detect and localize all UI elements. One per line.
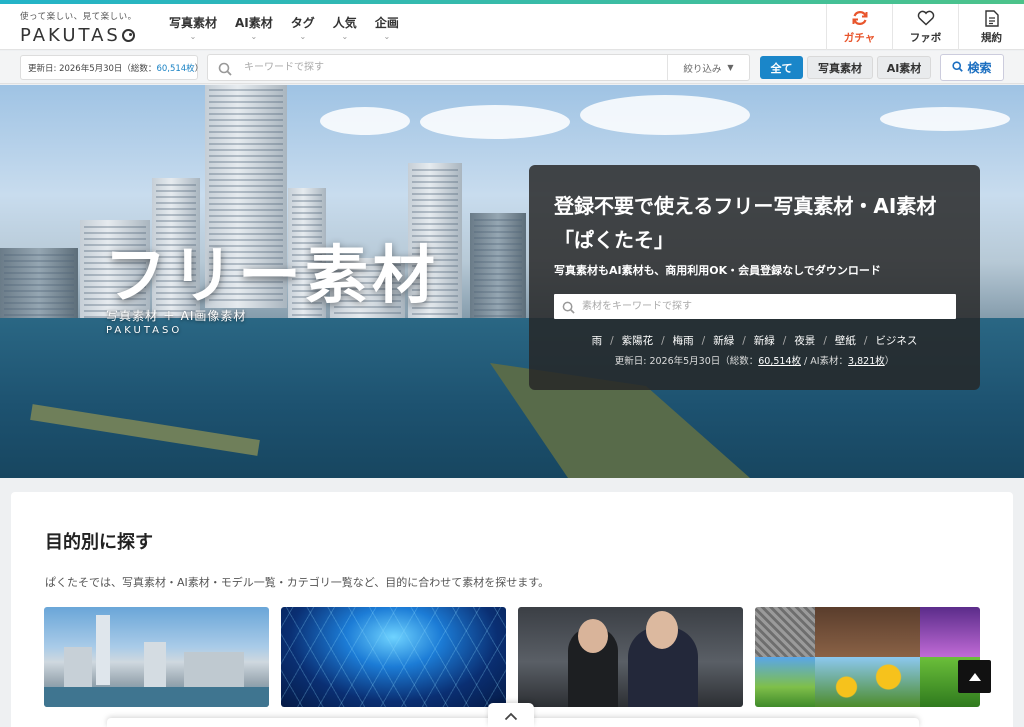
thumb-models[interactable] xyxy=(518,607,743,707)
favorites-button[interactable]: ファボ xyxy=(892,4,958,50)
refresh-icon xyxy=(851,9,869,27)
filter-photo-button[interactable]: 写真素材 xyxy=(807,56,873,79)
search-icon xyxy=(952,60,964,75)
nav-tags[interactable]: タグ ⌄ xyxy=(282,4,324,50)
hero-search-input[interactable] xyxy=(582,297,942,316)
hero-subtitle: 写真素材 ＋ AI画像素材 xyxy=(106,309,247,323)
tag-link[interactable]: 夜景 xyxy=(794,335,815,347)
section-description: ぱくたそでは、写真素材・AI素材・モデル一覧・カテゴリ一覧など、目的に合わせて素… xyxy=(45,576,550,589)
thumb-categories[interactable] xyxy=(755,607,980,707)
popular-tags: 雨 / 紫陽花 / 梅雨 / 新緑 / 新緑 / 夜景 / 壁紙 / ビジネス xyxy=(591,335,918,347)
drawer-toggle-button[interactable] xyxy=(488,703,534,727)
filter-ai-button[interactable]: AI素材 xyxy=(877,56,931,79)
section-title: 目的別に探す xyxy=(45,532,153,553)
chevron-down-icon: ⌄ xyxy=(383,31,391,41)
hero-brand: PAKUTASO xyxy=(106,325,183,336)
logo-tagline: 使って楽しい、見て楽しい。 xyxy=(20,12,137,22)
search-icon xyxy=(562,299,575,318)
hero-title: フリー素材 xyxy=(104,239,439,312)
hero-search-box xyxy=(554,294,956,319)
update-info: 更新日: 2026年5月30日（総数： 60,514枚） xyxy=(20,55,203,80)
tag-link[interactable]: 雨 xyxy=(592,335,603,347)
hero-update-info: 更新日: 2026年5月30日（総数：60,514枚 / AI素材：3,821枚… xyxy=(614,356,895,367)
nav-photo[interactable]: 写真素材 ⌄ xyxy=(160,4,226,50)
gacha-button[interactable]: ガチャ xyxy=(826,4,892,50)
terms-button[interactable]: 規約 xyxy=(958,4,1024,50)
header-actions: ガチャ ファボ 規約 xyxy=(826,4,1024,50)
search-toolbar: 更新日: 2026年5月30日（総数：60,514枚） 絞り込み ▼ 全て 写真… xyxy=(0,51,1024,84)
nav-projects[interactable]: 企画 ⌄ xyxy=(366,4,408,50)
filter-all-button[interactable]: 全て xyxy=(760,56,803,79)
keyword-search-input[interactable] xyxy=(244,58,664,77)
chevron-down-icon: ⌄ xyxy=(299,31,307,41)
filter-dropdown[interactable]: 絞り込み ▼ xyxy=(667,55,749,80)
site-header: 使って楽しい、見て楽しい。 PAKUTAS 写真素材 ⌄ AI素材 ⌄ タグ ⌄… xyxy=(0,4,1024,50)
keyword-search-box: 絞り込み ▼ xyxy=(207,54,750,81)
tag-link[interactable]: 梅雨 xyxy=(673,335,694,347)
heart-icon xyxy=(917,9,935,27)
chevron-down-icon: ⌄ xyxy=(341,31,349,41)
site-logo[interactable]: 使って楽しい、見て楽しい。 PAKUTAS xyxy=(20,10,145,46)
tag-link[interactable]: 新緑 xyxy=(713,335,734,347)
tag-link[interactable]: 壁紙 xyxy=(835,335,856,347)
thumb-photo-materials[interactable] xyxy=(44,607,269,707)
search-button[interactable]: 検索 xyxy=(940,54,1004,81)
tag-link[interactable]: 紫陽花 xyxy=(622,335,654,347)
search-icon xyxy=(218,61,232,80)
thumb-ai-materials[interactable] xyxy=(281,607,506,707)
logo-o-mark xyxy=(121,29,135,42)
hero-panel-lead: 写真素材もAI素材も、商用利用OK・会員登録なしでダウンロード xyxy=(554,264,881,277)
hero-panel-title: 登録不要で使えるフリー写真素材・AI素材「ぱくたそ」 xyxy=(554,194,937,252)
scroll-to-top-button[interactable] xyxy=(958,660,991,693)
chevron-down-icon: ⌄ xyxy=(250,31,258,41)
cloud xyxy=(320,107,410,135)
nav-ai[interactable]: AI素材 ⌄ xyxy=(226,4,282,50)
tag-link[interactable]: ビジネス xyxy=(875,335,917,347)
main-nav: 写真素材 ⌄ AI素材 ⌄ タグ ⌄ 人気 ⌄ 企画 ⌄ xyxy=(160,4,408,50)
caret-down-icon: ▼ xyxy=(727,63,734,72)
cloud xyxy=(420,105,570,139)
tag-link[interactable]: 新緑 xyxy=(754,335,775,347)
chevron-up-icon xyxy=(504,706,518,725)
cloud xyxy=(580,95,750,135)
hero-banner: フリー素材 写真素材 ＋ AI画像素材 PAKUTASO 登録不要で使えるフリー… xyxy=(0,85,1024,478)
cloud xyxy=(880,107,1010,131)
logo-wordmark: PAKUTAS xyxy=(20,25,145,46)
chevron-down-icon: ⌄ xyxy=(189,31,197,41)
category-thumbnails xyxy=(44,607,980,707)
hero-search-panel: 登録不要で使えるフリー写真素材・AI素材「ぱくたそ」 写真素材もAI素材も、商用… xyxy=(529,165,980,390)
arrow-up-icon xyxy=(968,667,982,686)
document-icon xyxy=(984,9,999,27)
nav-popular[interactable]: 人気 ⌄ xyxy=(324,4,366,50)
purpose-section: 目的別に探す ぱくたそでは、写真素材・AI素材・モデル一覧・カテゴリ一覧など、目… xyxy=(11,492,1013,727)
